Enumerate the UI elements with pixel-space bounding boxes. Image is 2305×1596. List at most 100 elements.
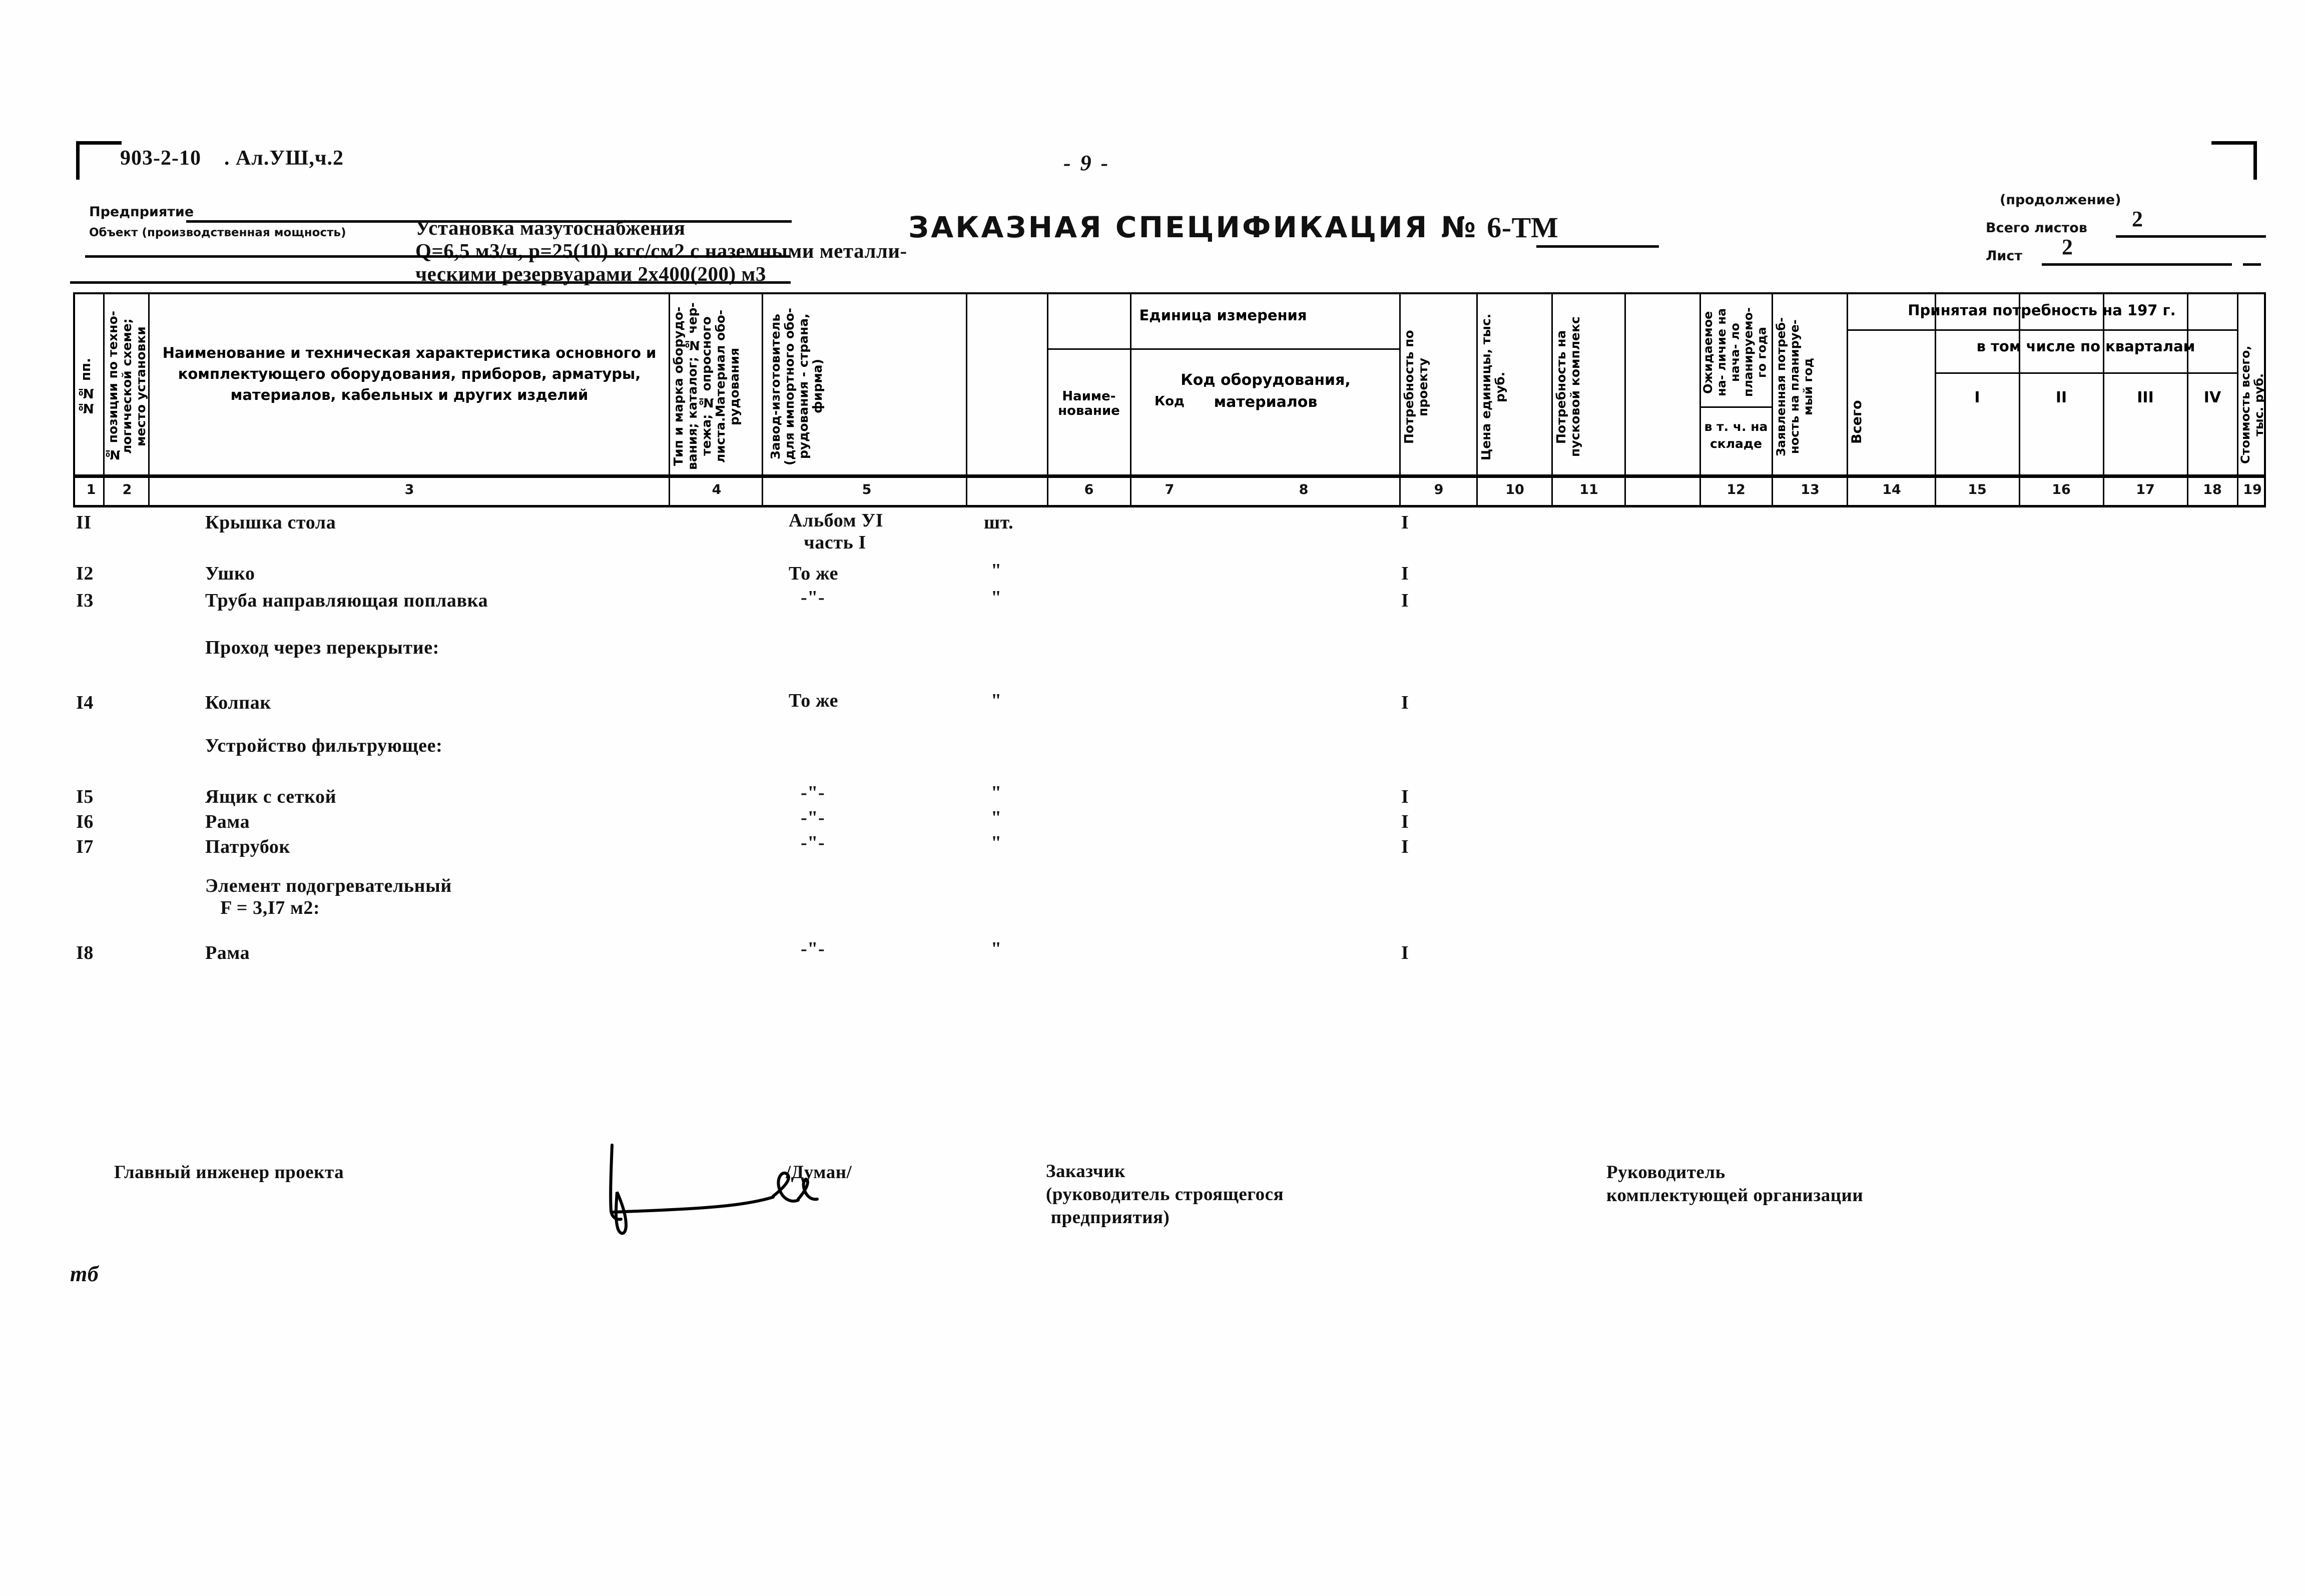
num-divider-16 xyxy=(2019,478,2020,505)
col-divider-9 xyxy=(1476,294,1478,474)
group-header-unit: Единица измерения xyxy=(1139,307,1307,324)
col-header-10: Цена единицы, тыс. руб. xyxy=(1479,313,1507,460)
col-header-8: Код оборудования, материалов xyxy=(1181,371,1351,411)
col-number-7: 7 xyxy=(1165,482,1175,497)
row-name: Труба направляющая поплавка xyxy=(205,590,488,611)
row-no: II xyxy=(76,512,92,533)
col-header-15: I xyxy=(1974,389,1980,406)
page-number-dash-right: - xyxy=(1093,151,1110,175)
col-divider-1 xyxy=(103,294,105,474)
col-divider-15 xyxy=(1935,294,1936,474)
expected-group-divider xyxy=(1699,406,1772,408)
page-title: ЗАКАЗНАЯ СПЕЦИФИКАЦИЯ № 6-ТМ xyxy=(908,210,1558,244)
col-divider-16 xyxy=(2019,294,2020,474)
row-need: I xyxy=(1401,563,1409,584)
row-need: I xyxy=(1401,811,1409,832)
num-divider-6 xyxy=(1047,478,1048,505)
col-number-5: 5 xyxy=(862,482,872,497)
col-divider-3 xyxy=(669,294,670,474)
col-divider-5 xyxy=(966,294,967,474)
signature-scribble xyxy=(609,1144,819,1235)
row-name: Ящик с сеткой xyxy=(205,786,337,807)
enterprise-label: Предприятие xyxy=(89,204,194,220)
row-maker: -"- xyxy=(801,807,825,828)
row-need: I xyxy=(1401,942,1409,963)
continuation-note: (продолжение) xyxy=(2000,192,2121,208)
row-unit: " xyxy=(991,807,1002,828)
col-number-2: 2 xyxy=(122,482,132,497)
col-number-1: 1 xyxy=(86,482,96,497)
row-need: I xyxy=(1401,692,1409,713)
num-divider-3 xyxy=(669,478,670,505)
row-maker: -"- xyxy=(801,938,825,959)
col-number-3: 3 xyxy=(404,482,414,497)
num-divider-2 xyxy=(148,478,150,505)
col-header-4: Тип и марка оборудо- вания; каталог; № ч… xyxy=(671,302,742,470)
row-maker: То же xyxy=(789,563,839,584)
col-number-6: 6 xyxy=(1084,482,1094,497)
col-header-19: Стоимость всего, тыс. руб. xyxy=(2238,345,2266,464)
num-divider-19 xyxy=(2237,478,2238,505)
row-need: I xyxy=(1401,836,1409,857)
row-unit: " xyxy=(991,560,1002,581)
row-maker: -"- xyxy=(801,832,825,853)
row-maker: То же xyxy=(789,690,839,711)
num-divider-9 xyxy=(1476,478,1478,505)
col-header-9: Потребность по проекту xyxy=(1402,330,1430,444)
object-rule-1 xyxy=(85,255,791,258)
row-unit: " xyxy=(991,832,1002,853)
num-divider-5 xyxy=(966,478,967,505)
col-number-16: 16 xyxy=(2052,482,2071,497)
row-unit: " xyxy=(991,938,1002,959)
sheet-rule-dash xyxy=(2243,263,2261,266)
col-header-2: № позиции по техно- логической схеме; ме… xyxy=(106,311,148,462)
col-number-10: 10 xyxy=(1505,482,1524,497)
quarters-group-divider xyxy=(1935,372,2237,374)
col-number-4: 4 xyxy=(712,482,722,497)
col-number-15: 15 xyxy=(1968,482,1987,497)
col-divider-10 xyxy=(1551,294,1553,474)
row-unit: " xyxy=(991,690,1002,711)
row-unit: " xyxy=(991,587,1002,608)
row-no: I7 xyxy=(76,836,94,857)
row-no: I5 xyxy=(76,786,94,807)
row-no: I4 xyxy=(76,692,94,713)
total-sheets-value: 2 xyxy=(2132,207,2143,231)
engineer-label: Главный инженер проекта xyxy=(114,1162,344,1183)
col-header-17: III xyxy=(2137,389,2154,406)
col-header-5: Завод-изготовитель (для импортного обо- … xyxy=(768,307,825,465)
crop-mark-top-right xyxy=(2211,141,2257,180)
row-need: I xyxy=(1401,512,1409,533)
col-header-12: в т. ч. на складе xyxy=(1704,419,1768,451)
num-divider-8 xyxy=(1399,478,1401,505)
col-divider-8 xyxy=(1399,294,1401,474)
row-no: I6 xyxy=(76,811,94,832)
col-header-3: Наименование и техническая характеристик… xyxy=(162,344,657,404)
num-divider-11 xyxy=(1624,478,1626,505)
num-divider-4 xyxy=(762,478,763,505)
row-no: I3 xyxy=(76,590,94,611)
col-number-9: 9 xyxy=(1434,482,1444,497)
col-divider-17 xyxy=(2103,294,2104,474)
row-unit: шт. xyxy=(984,512,1014,533)
row-need: I xyxy=(1401,590,1409,611)
col-header-6: Наиме- нование xyxy=(1058,389,1120,419)
total-sheets-label: Всего листов xyxy=(1986,220,2087,236)
num-divider-10 xyxy=(1551,478,1553,505)
object-value: Установка мазутоснабжения Q=6,5 м3/ч, р=… xyxy=(415,216,907,285)
col-header-13: Заявленная потреб- ность на планируе- мы… xyxy=(1774,317,1815,456)
row-name: Рама xyxy=(205,942,250,963)
num-divider-14 xyxy=(1847,478,1848,505)
col-number-8: 8 xyxy=(1299,482,1309,497)
col-header-14: Всего xyxy=(1849,400,1865,444)
row-group-label: Проход через перекрытие: xyxy=(205,637,439,658)
col-number-17: 17 xyxy=(2136,482,2155,497)
page-number: - 9 - xyxy=(1063,150,1110,176)
row-maker: Альбом УI часть I xyxy=(789,510,884,553)
col-header-18: IV xyxy=(2203,389,2221,406)
col-number-19: 19 xyxy=(2243,482,2262,497)
num-divider-12 xyxy=(1699,478,1701,505)
col-divider-4 xyxy=(762,294,763,474)
row-name: Рама xyxy=(205,811,250,832)
total-sheets-rule xyxy=(2116,235,2266,238)
